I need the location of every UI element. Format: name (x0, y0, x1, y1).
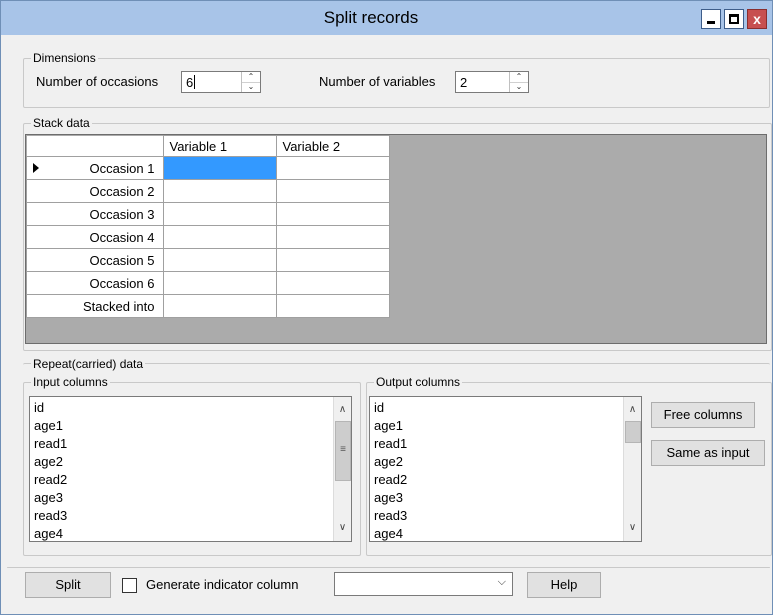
list-item[interactable]: age3 (34, 489, 67, 507)
grid-cell[interactable] (162, 202, 277, 226)
dimensions-legend: Dimensions (31, 51, 98, 65)
table-row: Stacked into (26, 294, 390, 318)
table-row: Occasion 3 (26, 202, 390, 226)
grid-cell[interactable] (162, 294, 277, 318)
column-header[interactable]: Variable 1 (162, 135, 277, 157)
row-header[interactable]: Occasion 1 (26, 156, 164, 180)
list-item[interactable]: age4 (374, 525, 407, 541)
grid-cell[interactable] (275, 248, 390, 272)
down-arrow-icon[interactable]: ⌄ (242, 82, 260, 92)
stack-data-legend: Stack data (31, 116, 92, 130)
list-item[interactable]: age2 (34, 453, 67, 471)
column-header[interactable]: Variable 2 (275, 135, 390, 157)
output-columns-legend: Output columns (374, 375, 463, 389)
scrollbar-thumb[interactable] (625, 421, 641, 443)
grid-cell[interactable] (275, 271, 390, 295)
split-button[interactable]: Split (25, 572, 111, 598)
list-item[interactable]: read1 (34, 435, 67, 453)
variables-value[interactable]: 2 (460, 75, 467, 90)
row-pointer-icon (33, 163, 39, 173)
table-row: Occasion 2 (26, 179, 390, 203)
grid-corner (26, 135, 164, 157)
list-item[interactable]: read1 (374, 435, 407, 453)
repeat-data-legend: Repeat(carried) data (31, 357, 146, 371)
list-item[interactable]: read2 (374, 471, 407, 489)
grid-cell[interactable] (275, 156, 390, 180)
row-header[interactable]: Occasion 3 (26, 202, 164, 226)
grid-cell[interactable] (275, 225, 390, 249)
grid-cell[interactable] (162, 248, 277, 272)
list-item[interactable]: age1 (374, 417, 407, 435)
output-columns-scrollbar[interactable]: ∧ ∨ (623, 397, 641, 541)
row-header[interactable]: Occasion 5 (26, 248, 164, 272)
list-item[interactable]: read3 (374, 507, 407, 525)
title-bar[interactable]: Split records x (1, 1, 772, 35)
scrollbar-thumb[interactable]: ≡ (335, 421, 351, 481)
table-row: Occasion 1 (26, 156, 390, 180)
table-row: Occasion 4 (26, 225, 390, 249)
list-item[interactable]: age2 (374, 453, 407, 471)
free-columns-button[interactable]: Free columns (651, 402, 755, 428)
split-records-window: Split records x Dimensions Number of occ… (0, 0, 773, 615)
down-arrow-icon[interactable]: ⌄ (510, 82, 528, 92)
grid-cell[interactable] (162, 156, 277, 180)
indicator-combo[interactable]: ⌵ (334, 572, 513, 596)
variables-label: Number of variables (319, 74, 436, 89)
scroll-up-icon[interactable]: ∧ (624, 401, 641, 419)
scroll-down-icon[interactable]: ∨ (624, 519, 641, 537)
input-columns-list[interactable]: id age1 read1 age2 read2 age3 read3 age4… (29, 396, 352, 542)
list-item[interactable]: age3 (374, 489, 407, 507)
input-columns-scrollbar[interactable]: ∧ ≡ ∨ (333, 397, 351, 541)
grid-cell[interactable] (275, 179, 390, 203)
row-header[interactable]: Occasion 2 (26, 179, 164, 203)
list-item[interactable]: read3 (34, 507, 67, 525)
table-row: Occasion 6 (26, 271, 390, 295)
row-header[interactable]: Stacked into (26, 294, 164, 318)
occasions-spin-buttons: ⌃ ⌄ (241, 72, 260, 92)
footer-divider (7, 567, 770, 568)
grid-cell[interactable] (162, 271, 277, 295)
row-header[interactable]: Occasion 6 (26, 271, 164, 295)
table-row: Occasion 5 (26, 248, 390, 272)
input-columns-items: id age1 read1 age2 read2 age3 read3 age4 (34, 399, 67, 541)
minimize-button[interactable] (701, 9, 721, 29)
grid-cell[interactable] (275, 294, 390, 318)
occasions-spinner[interactable]: 6 ⌃ ⌄ (181, 71, 261, 93)
header-row: Variable 1 Variable 2 (26, 135, 390, 157)
chevron-down-icon[interactable]: ⌵ (498, 576, 506, 589)
variables-spin-buttons: ⌃ ⌄ (509, 72, 528, 92)
list-item[interactable]: read2 (34, 471, 67, 489)
list-item[interactable]: id (34, 399, 67, 417)
close-button[interactable]: x (747, 9, 767, 29)
grid-cell[interactable] (275, 202, 390, 226)
grid-cell[interactable] (162, 179, 277, 203)
row-header[interactable]: Occasion 4 (26, 225, 164, 249)
window-title: Split records (323, 8, 419, 27)
same-as-input-button[interactable]: Same as input (651, 440, 765, 466)
scroll-down-icon[interactable]: ∨ (334, 519, 351, 537)
scroll-up-icon[interactable]: ∧ (334, 401, 351, 419)
maximize-button[interactable] (724, 9, 744, 29)
output-columns-items: id age1 read1 age2 read2 age3 read3 age4 (374, 399, 407, 541)
help-button[interactable]: Help (527, 572, 601, 598)
variables-spinner[interactable]: 2 ⌃ ⌄ (455, 71, 529, 93)
stack-data-grid: Variable 1 Variable 2 Occasion 1 Occasio… (25, 134, 767, 344)
input-columns-legend: Input columns (31, 375, 110, 389)
list-item[interactable]: age4 (34, 525, 67, 541)
indicator-checkbox[interactable] (122, 578, 137, 593)
occasions-label: Number of occasions (36, 74, 159, 89)
indicator-label[interactable]: Generate indicator column (146, 577, 298, 592)
output-columns-list[interactable]: id age1 read1 age2 read2 age3 read3 age4… (369, 396, 642, 542)
occasions-value[interactable]: 6 (186, 75, 196, 90)
stack-table: Variable 1 Variable 2 Occasion 1 Occasio… (26, 135, 390, 318)
grid-cell[interactable] (162, 225, 277, 249)
list-item[interactable]: age1 (34, 417, 67, 435)
list-item[interactable]: id (374, 399, 407, 417)
